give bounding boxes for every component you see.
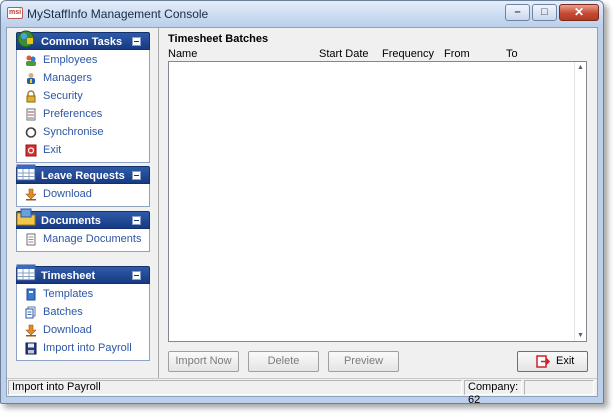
collapse-icon[interactable] [132,271,141,280]
window-controls: – □ ✕ [503,4,599,22]
maximize-icon: □ [541,6,548,18]
app-window: msi MyStaffInfo Management Console – □ ✕… [0,0,604,404]
task-import-into-payroll[interactable]: Import into Payroll [17,340,149,358]
collapse-icon[interactable] [132,171,141,180]
group-header-leave-requests[interactable]: Leave Requests [16,164,150,184]
column-header-to[interactable]: To [506,48,518,60]
close-button[interactable]: ✕ [559,4,599,21]
minimize-icon: – [514,6,521,18]
task-templates[interactable]: Templates [17,286,149,304]
client-area: Common Tasks Employees Managers Security [6,27,598,403]
task-label: Managers [43,72,92,84]
task-label: Templates [43,288,94,300]
save-icon [25,342,37,355]
column-header-from[interactable]: From [444,48,470,60]
task-preferences[interactable]: Preferences [17,106,149,124]
task-sidebar: Common Tasks Employees Managers Security [7,28,159,378]
common-tasks-icon [17,30,35,48]
batches-list[interactable]: ▲ ▼ [168,61,587,342]
exit-icon [25,144,37,157]
document-icon [26,233,36,246]
task-label: Download [43,188,92,200]
task-synchronise[interactable]: Synchronise [17,124,149,142]
task-label: Exit [43,144,62,156]
task-timesheet-download[interactable]: Download [17,322,149,340]
sync-icon [25,127,37,138]
group-title: Timesheet [41,270,96,282]
section-title: Timesheet Batches [168,33,269,45]
scroll-down-arrow-icon[interactable]: ▼ [575,330,586,341]
task-label: Download [43,324,92,336]
group-documents: Documents Manage Documents [16,208,150,252]
exit-button[interactable]: Exit [517,351,588,372]
group-body: Employees Managers Security Preferences [16,50,150,163]
calendar-icon [16,164,36,181]
lock-icon [26,90,36,103]
group-header-documents[interactable]: Documents [16,208,150,229]
task-employees[interactable]: Employees [17,52,149,70]
download-icon [25,188,37,201]
calendar-icon [16,264,36,281]
group-body: Download [16,184,150,207]
group-leave-requests: Leave Requests Download [16,164,150,207]
task-label: Preferences [43,108,103,120]
task-security[interactable]: Security [17,88,149,106]
managers-icon [27,73,35,84]
main-panel: Timesheet Batches Name Start Date Freque… [160,28,597,378]
import-now-button[interactable]: Import Now [168,351,239,372]
group-body: Templates Batches Download Import into P… [16,284,150,361]
task-manage-documents[interactable]: Manage Documents [17,231,149,249]
documents-icon [16,208,36,226]
group-title: Common Tasks [41,36,123,48]
task-leave-download[interactable]: Download [17,186,149,204]
task-label: Import into Payroll [43,342,132,354]
task-label: Manage Documents [43,233,142,245]
exit-button-label: Exit [556,355,575,367]
app-logo-icon: msi [7,7,23,19]
column-header-start-date[interactable]: Start Date [319,48,369,60]
status-extra [524,380,594,395]
close-icon: ✕ [573,5,585,19]
batches-icon [25,306,36,319]
column-headers: Name Start Date Frequency From To [168,48,588,62]
maximize-button[interactable]: □ [532,4,557,21]
status-message: Import into Payroll [8,380,462,395]
download-icon [25,324,37,337]
group-header-common-tasks[interactable]: Common Tasks [16,30,150,50]
collapse-icon[interactable] [132,37,141,46]
column-header-name[interactable]: Name [168,48,197,60]
column-header-frequency[interactable]: Frequency [382,48,434,60]
task-batches[interactable]: Batches [17,304,149,322]
status-bar: Import into Payroll Company: 62 [7,378,597,403]
vertical-scrollbar[interactable]: ▲ ▼ [574,62,586,341]
employees-icon [26,55,36,66]
task-label: Employees [43,54,98,66]
collapse-icon[interactable] [132,216,141,225]
group-title: Documents [41,215,101,227]
scroll-up-arrow-icon[interactable]: ▲ [575,62,586,73]
title-bar[interactable]: msi MyStaffInfo Management Console – □ ✕ [1,1,603,27]
preferences-icon [26,108,36,121]
window-title: MyStaffInfo Management Console [27,7,209,21]
group-common-tasks: Common Tasks Employees Managers Security [16,30,150,163]
task-label: Synchronise [43,126,104,138]
task-exit[interactable]: Exit [17,142,149,160]
preview-button[interactable]: Preview [328,351,399,372]
task-label: Security [43,90,83,102]
templates-icon [26,288,36,301]
task-managers[interactable]: Managers [17,70,149,88]
minimize-button[interactable]: – [505,4,530,21]
group-timesheet: Timesheet Templates Batches Download Imp… [16,264,150,361]
group-title: Leave Requests [41,170,125,182]
group-header-timesheet[interactable]: Timesheet [16,264,150,284]
exit-door-icon [536,355,551,368]
status-company: Company: 62 [464,380,522,403]
group-body: Manage Documents [16,229,150,252]
task-label: Batches [43,306,83,318]
delete-button[interactable]: Delete [248,351,319,372]
